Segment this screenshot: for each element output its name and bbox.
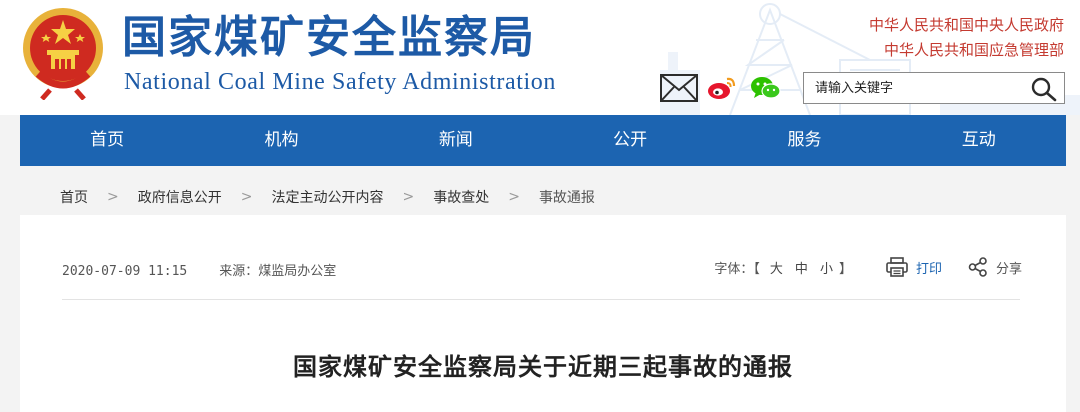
nav-item-public-info[interactable]: 公开	[543, 115, 717, 166]
article-tools: 字体：【 大 中 小 】 打印 分享	[714, 257, 1022, 277]
font-size-label: 字体：【	[714, 261, 760, 277]
government-links: 中华人民共和国中央人民政府 中华人民共和国应急管理部	[869, 13, 1064, 63]
publish-date: 2020-07-09 11:15	[62, 264, 188, 279]
breadcrumb-item-accident-bulletin: 事故通报	[538, 190, 595, 206]
breadcrumb-separator: >	[107, 189, 119, 205]
site-header: 国家煤矿安全监察局 National Coal Mine Safety Admi…	[0, 0, 1080, 115]
font-size-medium[interactable]: 中	[795, 258, 808, 277]
font-size-large[interactable]: 大	[770, 258, 783, 277]
share-button[interactable]: 分享	[968, 257, 1022, 277]
breadcrumb-item-gov-info[interactable]: 政府信息公开	[138, 187, 222, 207]
main-nav: 首页 机构 新闻 公开 服务 互动	[20, 115, 1066, 166]
nav-item-organization[interactable]: 机构	[194, 115, 368, 166]
article-meta: 2020-07-09 11:15 来源：煤监局办公室	[62, 260, 336, 279]
nav-item-interaction[interactable]: 互动	[892, 115, 1066, 166]
share-icon	[968, 257, 987, 277]
breadcrumb: 首页 > 政府信息公开 > 法定主动公开内容 > 事故查处 > 事故通报	[60, 186, 595, 208]
share-label: 分享	[995, 261, 1022, 277]
article-panel: 2020-07-09 11:15 来源：煤监局办公室 字体：【 大 中 小 】 打…	[20, 215, 1066, 412]
print-button[interactable]: 打印	[886, 257, 942, 277]
wechat-icon[interactable]	[750, 74, 782, 102]
breadcrumb-separator: >	[240, 189, 253, 205]
weibo-icon[interactable]	[706, 74, 738, 102]
print-label: 打印	[915, 261, 942, 277]
nav-item-home[interactable]: 首页	[20, 115, 194, 166]
national-emblem-icon	[23, 8, 103, 100]
emergency-ministry-link[interactable]: 中华人民共和国应急管理部	[869, 38, 1064, 63]
search-icon[interactable]	[1030, 76, 1058, 102]
nav-item-services[interactable]: 服务	[717, 115, 891, 166]
printer-icon	[886, 257, 908, 277]
central-government-link[interactable]: 中华人民共和国中央人民政府	[869, 13, 1064, 38]
meta-divider	[62, 299, 1020, 300]
nav-item-news[interactable]: 新闻	[369, 115, 543, 166]
search-box	[803, 72, 1065, 104]
font-size-small[interactable]: 小	[820, 258, 833, 277]
article-title: 国家煤矿安全监察局关于近期三起事故的通报	[293, 352, 793, 381]
breadcrumb-item-accident-handling[interactable]: 事故查处	[433, 187, 489, 207]
site-title-english: National Coal Mine Safety Administration	[124, 69, 556, 95]
site-title-chinese: 国家煤矿安全监察局	[122, 12, 536, 63]
breadcrumb-separator: >	[508, 189, 520, 205]
mail-icon[interactable]	[660, 74, 698, 102]
article-source: 来源：煤监局办公室	[219, 264, 337, 279]
search-input[interactable]	[804, 73, 1014, 103]
breadcrumb-separator: >	[402, 189, 415, 205]
breadcrumb-item-statutory-content[interactable]: 法定主动公开内容	[271, 187, 383, 207]
breadcrumb-item-home[interactable]: 首页	[60, 187, 88, 207]
font-size-close-bracket: 】	[838, 261, 852, 277]
